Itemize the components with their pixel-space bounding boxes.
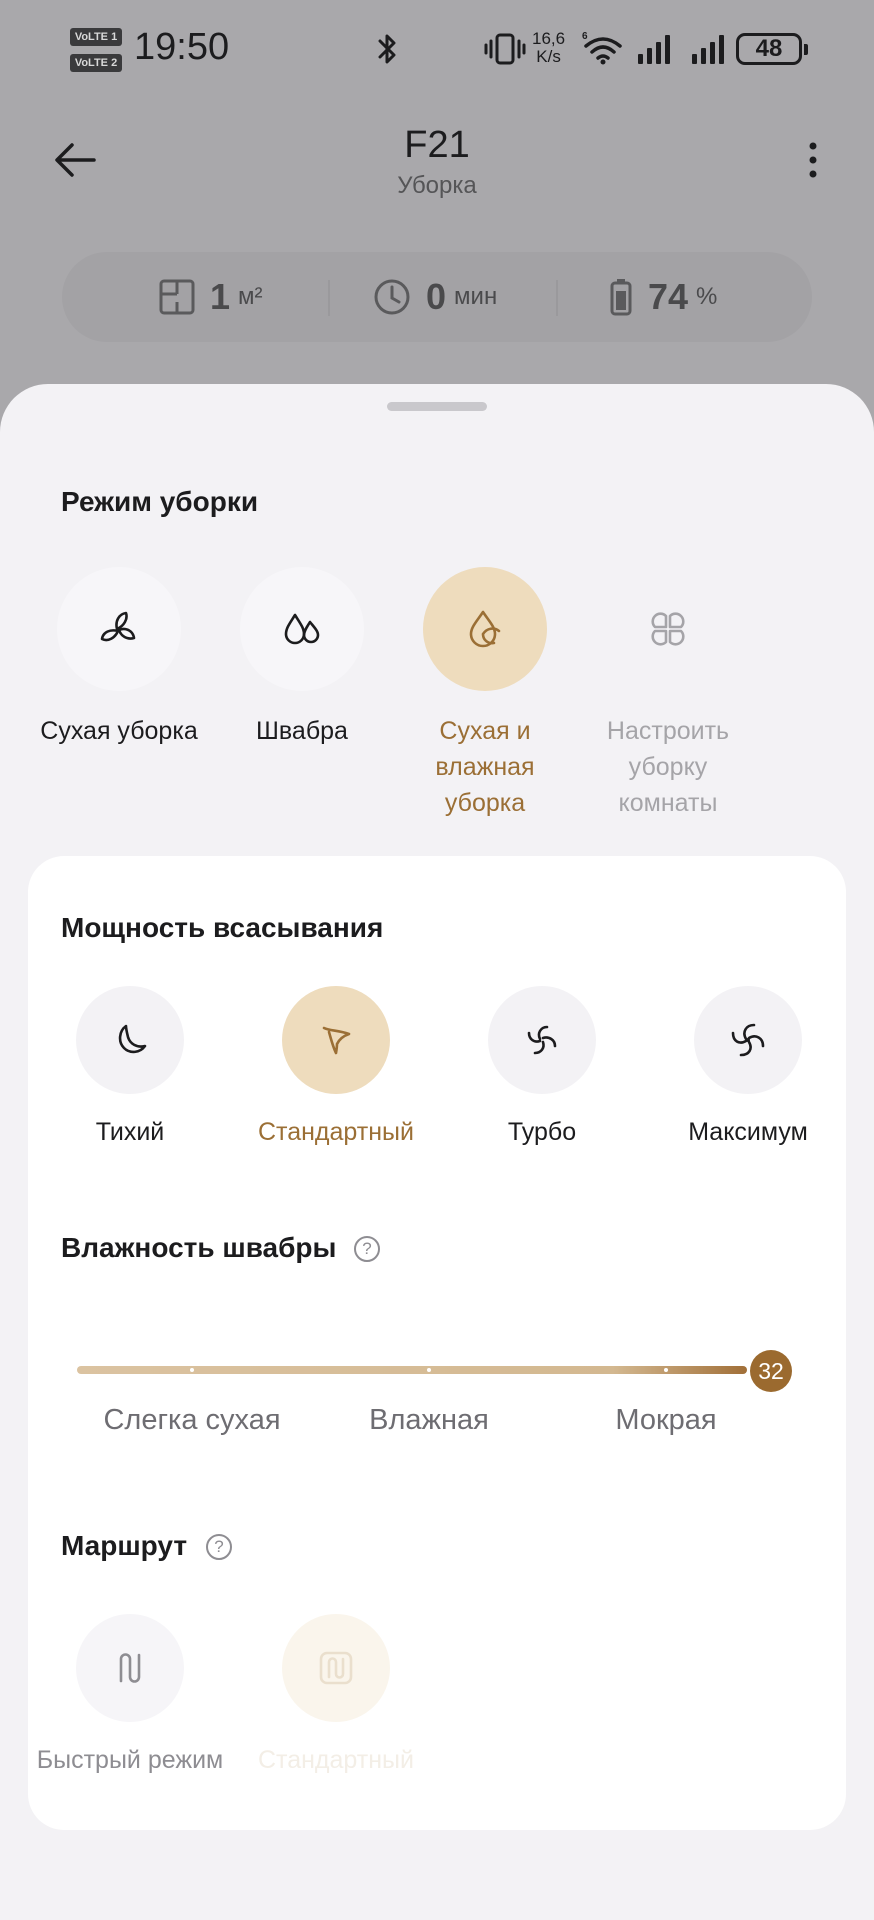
battery-level-icon (610, 279, 632, 316)
bluetooth-icon (378, 34, 396, 64)
time-value: 0 (426, 276, 447, 317)
fan-icon (100, 611, 136, 642)
route-title: Маршрут (61, 1530, 188, 1561)
sheet-drag-handle[interactable] (387, 402, 487, 411)
net-speed: 16,6 K/s (532, 30, 565, 66)
area-unit: м² (238, 283, 263, 310)
mode-room-customization-circle[interactable] (606, 567, 730, 691)
slider-tick (427, 1368, 431, 1372)
rooms-grid-icon (651, 612, 685, 646)
area-stat: 1 м² (158, 272, 263, 322)
status-bar: VoLTE 1 VoLTE 2 19:50 16,6 K/s 6 48 (0, 0, 874, 100)
cleaning-mode-title: Режим уборки (61, 486, 259, 517)
route-help-icon[interactable]: ? (206, 1534, 232, 1560)
page-title: F21 (404, 124, 470, 166)
suction-quiet-circle[interactable] (76, 986, 184, 1094)
suction-turbo-circle[interactable] (488, 986, 596, 1094)
slider-tick (190, 1368, 194, 1372)
stats-divider (328, 280, 330, 316)
mop-humidity-slider-thumb[interactable]: 32 (750, 1350, 792, 1392)
wifi-6-icon: 6 (582, 31, 622, 65)
humidity-label-slightly-dry: Слегка сухая (103, 1404, 281, 1436)
vibrate-icon (484, 33, 526, 65)
mop-humidity-help-icon[interactable]: ? (354, 1236, 380, 1262)
mode-mop-label: Швабра (256, 717, 348, 745)
battery-stat: 74 % (608, 272, 717, 322)
status-time: 19:50 (134, 26, 230, 68)
standard-route-icon (319, 1651, 353, 1685)
humidity-label-wet: Влажная (369, 1404, 489, 1436)
mode-room-customization[interactable]: Настроить уборку комнаты (583, 567, 753, 821)
mode-dry-and-wet[interactable]: Сухая и влажная уборка (400, 567, 570, 821)
suction-max[interactable]: Максимум (648, 986, 848, 1148)
route-quick[interactable]: Быстрый режим (30, 1614, 230, 1776)
standard-fan-icon (322, 1026, 351, 1055)
suction-standard[interactable]: Стандартный (236, 986, 436, 1148)
route-standard-circle[interactable] (282, 1614, 390, 1722)
drop-fan-icon (469, 610, 501, 648)
settings-card: Мощность всасывания Тихий Стандартный Ту… (28, 856, 846, 1830)
stats-divider (556, 280, 558, 316)
slider-tick (664, 1368, 668, 1372)
turbo-fan-icon (527, 1025, 557, 1055)
page-subtitle: Уборка (397, 172, 477, 199)
route-quick-label: Быстрый режим (36, 1746, 224, 1774)
net-speed-unit: K/s (536, 47, 561, 66)
mode-dry-cleaning[interactable]: Сухая уборка (34, 567, 204, 749)
suction-turbo-label: Турбо (507, 1118, 577, 1146)
net-speed-value: 16,6 (532, 29, 566, 48)
battery-indicator: 48 (736, 33, 808, 65)
suction-quiet[interactable]: Тихий (30, 986, 230, 1148)
volte-1-badge: VoLTE 1 (70, 28, 122, 46)
suction-turbo[interactable]: Турбо (442, 986, 642, 1148)
mode-room-customization-label: Настроить уборку комнаты (606, 717, 730, 817)
suction-standard-label: Стандартный (258, 1118, 414, 1146)
mode-dry-circle[interactable] (57, 567, 181, 691)
mode-dry-label: Сухая уборка (40, 717, 198, 745)
suction-max-circle[interactable] (694, 986, 802, 1094)
signal-2-icon (692, 35, 724, 64)
water-drops-icon (284, 613, 320, 645)
mop-humidity-title: Влажность швабры (61, 1232, 337, 1263)
humidity-label-soaked: Мокрая (615, 1404, 717, 1436)
clock-icon (374, 279, 410, 315)
route-quick-circle[interactable] (76, 1614, 184, 1722)
mode-mop-circle[interactable] (240, 567, 364, 691)
time-stat: 0 мин (372, 272, 497, 322)
max-fan-icon (731, 1023, 765, 1057)
signal-1-icon (638, 35, 670, 64)
more-options-icon[interactable] (800, 140, 826, 184)
quick-route-icon (119, 1653, 141, 1683)
floor-plan-icon (159, 279, 195, 315)
quiet-fan-icon (118, 1024, 147, 1054)
mop-humidity-slider-track[interactable] (77, 1366, 747, 1374)
suction-quiet-label: Тихий (95, 1118, 165, 1146)
suction-max-label: Максимум (688, 1118, 808, 1146)
cleaning-settings-sheet: Режим уборки Сухая уборка Швабра Сухая и… (0, 384, 874, 1920)
svg-text:6: 6 (582, 31, 588, 42)
mode-dry-and-wet-circle[interactable] (423, 567, 547, 691)
mode-mop[interactable]: Швабра (217, 567, 387, 749)
volte-2-badge: VoLTE 2 (70, 54, 122, 72)
suction-power-title: Мощность всасывания (61, 912, 384, 943)
suction-standard-circle[interactable] (282, 986, 390, 1094)
cleaning-stats-bar: 1 м² 0 мин 74 % (62, 252, 812, 342)
area-value: 1 (210, 276, 231, 317)
battery-percent-unit: % (696, 283, 718, 310)
battery-percent-value: 74 (648, 276, 689, 317)
route-standard[interactable]: Стандартный (236, 1614, 436, 1776)
mode-dry-and-wet-label: Сухая и влажная уборка (435, 717, 535, 817)
time-unit: мин (454, 283, 498, 310)
route-standard-label: Стандартный (258, 1746, 414, 1774)
